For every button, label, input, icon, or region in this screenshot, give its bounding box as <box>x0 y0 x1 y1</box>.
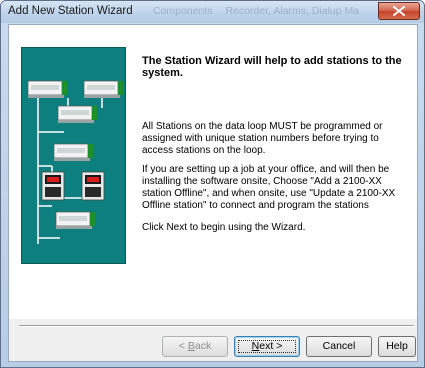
next-button[interactable]: Next > <box>234 336 300 357</box>
close-button[interactable] <box>378 2 420 20</box>
wizard-client-area: The Station Wizard will help to add stat… <box>8 24 418 362</box>
background-title: Components <box>153 5 213 17</box>
device-unit <box>53 143 93 161</box>
cancel-button[interactable]: Cancel <box>306 336 372 357</box>
wizard-paragraph: All Stations on the data loop MUST be pr… <box>142 121 383 156</box>
wizard-page: The Station Wizard will help to add stat… <box>9 25 417 319</box>
station-network-illustration <box>21 47 126 264</box>
close-icon <box>393 6 405 16</box>
device-unit <box>83 80 123 98</box>
device-unit <box>55 211 95 229</box>
help-button[interactable]: Help <box>378 336 416 357</box>
wizard-window: Add New Station Wizard Components Record… <box>0 0 425 368</box>
title-bar[interactable]: Add New Station Wizard Components Record… <box>1 1 424 23</box>
back-button-prefix: < <box>178 340 188 352</box>
back-button-mnemonic: B <box>187 340 195 352</box>
button-separator <box>19 325 414 327</box>
device-unit <box>57 105 97 123</box>
next-button-rest: ext > <box>259 340 283 352</box>
controller-unit <box>41 171 65 201</box>
wizard-heading: The Station Wizard will help to add stat… <box>142 55 402 79</box>
background-title: Recorder, Alarms, Dialup Ma <box>225 5 360 17</box>
station-loop-icon <box>27 80 123 244</box>
background-window-titles: Components Recorder, Alarms, Dialup Ma <box>153 5 393 19</box>
controller-unit <box>81 171 105 201</box>
wizard-paragraph: Click Next to begin using the Wizard. <box>142 222 306 233</box>
wizard-paragraph: If you are setting up a job at your offi… <box>142 164 396 211</box>
window-title: Add New Station Wizard <box>8 5 133 17</box>
back-button[interactable]: < Back <box>162 336 228 357</box>
back-button-rest: ack <box>194 340 212 352</box>
device-unit <box>27 80 67 98</box>
